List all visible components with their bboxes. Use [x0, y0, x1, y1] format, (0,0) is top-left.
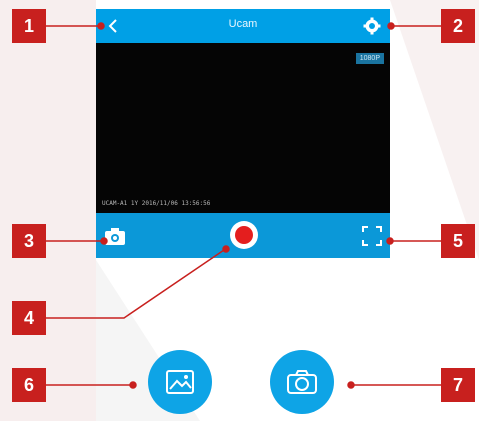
resolution-badge[interactable]: 1080P	[355, 53, 384, 64]
callout-3: 3	[12, 224, 46, 258]
capture-button[interactable]	[270, 350, 334, 414]
callout-1: 1	[12, 9, 46, 43]
fullscreen-icon	[362, 226, 382, 246]
callout-2: 2	[441, 9, 475, 43]
gear-icon	[363, 17, 381, 35]
video-timestamp-overlay: UCAM-A1 1Y 2016/11/06 13:56:56	[102, 200, 211, 207]
callout-7: 7	[441, 368, 475, 402]
record-button[interactable]	[230, 221, 258, 249]
image-gallery-icon	[166, 370, 194, 394]
callout-6: 6	[12, 368, 46, 402]
camera-capture-icon	[287, 370, 317, 394]
app-header: Ucam	[96, 9, 390, 43]
camera-icon	[105, 228, 125, 245]
callout-4: 4	[12, 301, 46, 335]
settings-button[interactable]	[360, 14, 384, 38]
callout-5: 5	[441, 224, 475, 258]
snapshot-button[interactable]	[104, 226, 126, 246]
live-video-view[interactable]: 1080P UCAM-A1 1Y 2016/11/06 13:56:56	[96, 43, 390, 213]
fullscreen-button[interactable]	[362, 226, 382, 246]
gallery-button[interactable]	[148, 350, 212, 414]
record-icon	[235, 226, 253, 244]
app-title: Ucam	[228, 18, 258, 30]
video-control-bar	[96, 213, 390, 258]
